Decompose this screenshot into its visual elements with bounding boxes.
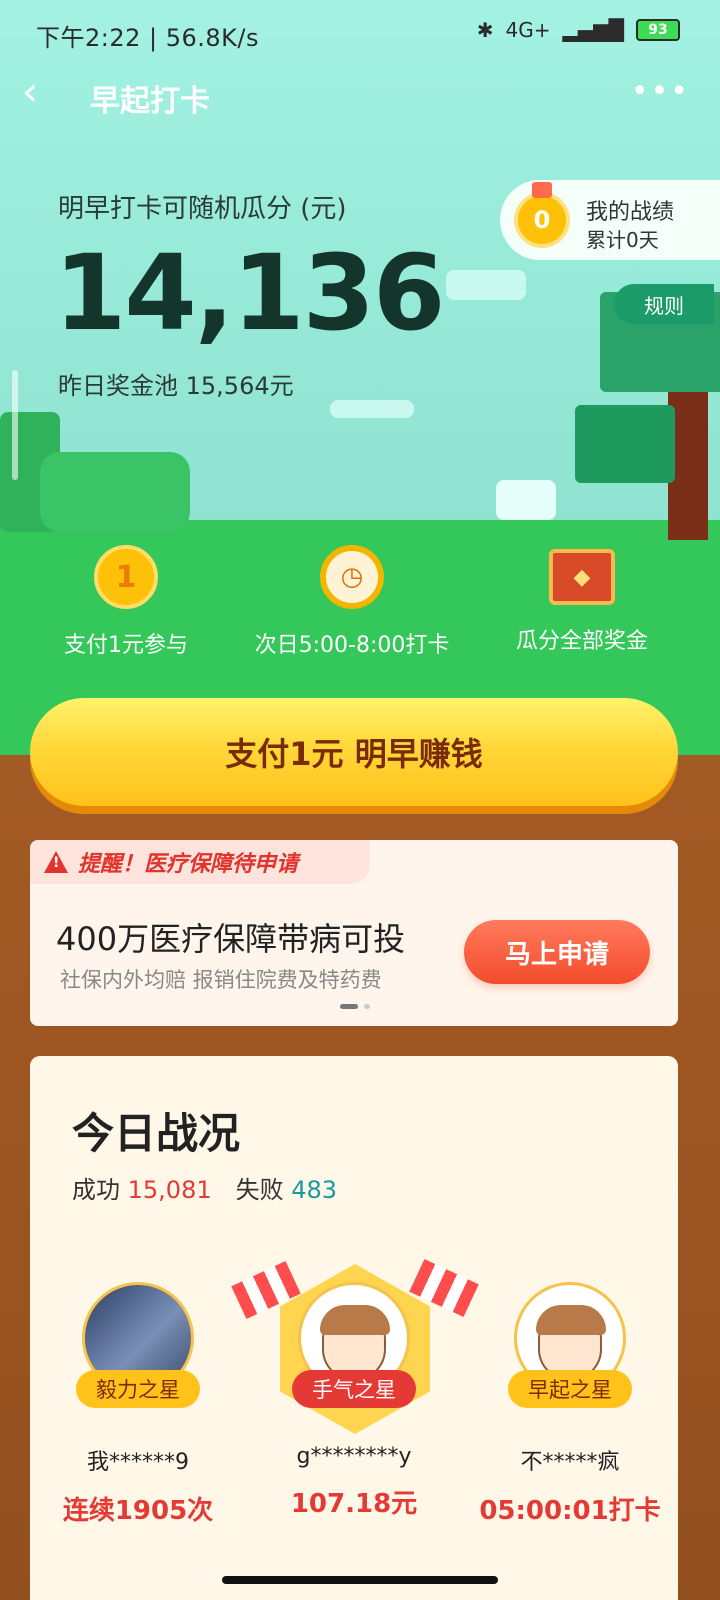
bluetooth-icon: ✱ xyxy=(476,18,494,42)
fail-label: 失败 xyxy=(235,1176,284,1204)
record-days: 累计0天 xyxy=(586,228,659,252)
my-record-card[interactable]: 0 我的战绩 累计0天 xyxy=(500,180,720,260)
page-title: 早起打卡 xyxy=(90,84,210,119)
star-value: 05:00:01打卡 xyxy=(479,1496,661,1526)
star-early-riser[interactable]: 早起之星 不*****疯 05:00:01打卡 xyxy=(470,1282,670,1527)
star-luck[interactable]: 手气之星 g********y 107.18元 xyxy=(254,1282,454,1520)
alarm-clock-icon: ◷ xyxy=(320,545,384,609)
tree-decoration xyxy=(575,405,675,483)
step-checkin: ◷ 次日5:00-8:00打卡 xyxy=(242,545,462,659)
status-bar: 下午2:22 | 56.8K/s ✱ 4G+ ▂▄▆█ 93 xyxy=(0,0,720,62)
fail-stat: 失败 483 xyxy=(236,1170,337,1205)
step-label: 瓜分全部奖金 xyxy=(515,629,648,654)
star-badge: 早起之星 xyxy=(508,1370,632,1408)
star-user-name: 不*****疯 xyxy=(520,1450,620,1475)
steps-row: 1 支付1元参与 ◷ 次日5:00-8:00打卡 ◆ 瓜分全部奖金 xyxy=(0,545,720,665)
success-value: 15,081 xyxy=(127,1176,212,1204)
pool-amount: 14,136 xyxy=(54,232,445,354)
bush-decoration xyxy=(40,452,190,532)
medal-icon: 0 xyxy=(514,182,570,248)
rules-button[interactable]: 规则 xyxy=(614,284,714,324)
coin-icon: 1 xyxy=(94,545,158,609)
battery-icon: 93 xyxy=(636,19,680,41)
step-share: ◆ 瓜分全部奖金 xyxy=(472,545,692,655)
network-label: 4G+ xyxy=(505,18,551,42)
cloud-decoration xyxy=(496,480,556,520)
warning-icon xyxy=(44,851,68,873)
today-title: 今日战况 xyxy=(72,1109,241,1158)
signal-icon: ▂▄▆█ xyxy=(562,18,624,42)
star-user-name: 我******9 xyxy=(87,1450,189,1475)
notice-title: 400万医疗保障带病可投 xyxy=(56,920,406,958)
carousel-dot-active xyxy=(340,1004,358,1009)
star-badge: 毅力之星 xyxy=(76,1370,200,1408)
nav-bar: ‹ 早起打卡 ••• xyxy=(0,62,720,126)
pool-label: 明早打卡可随机瓜分 (元) xyxy=(58,194,347,224)
back-icon[interactable]: ‹ xyxy=(22,72,38,112)
step-label: 支付1元参与 xyxy=(64,633,188,658)
notice-subtitle: 社保内外均赔 报销住院费及特药费 xyxy=(60,968,382,992)
yesterday-pool: 昨日奖金池 15,564元 xyxy=(58,372,294,400)
success-label: 成功 xyxy=(72,1176,120,1204)
treasure-chest-icon: ◆ xyxy=(549,549,615,605)
step-label: 次日5:00-8:00打卡 xyxy=(254,633,450,658)
apply-now-button[interactable]: 马上申请 xyxy=(464,920,650,984)
status-time-speed: 下午2:22 | 56.8K/s xyxy=(36,24,260,52)
star-perseverance[interactable]: 毅力之星 我******9 连续1905次 xyxy=(38,1282,238,1527)
status-icons: ✱ 4G+ ▂▄▆█ 93 xyxy=(477,18,680,42)
more-icon[interactable]: ••• xyxy=(631,74,690,109)
star-value: 连续1905次 xyxy=(62,1496,214,1526)
notice-tag: 提醒！医疗保障待申请 xyxy=(30,840,370,884)
scroll-indicator xyxy=(12,370,18,480)
cloud-decoration xyxy=(446,270,526,300)
notice-tag-label: 提醒！医疗保障待申请 xyxy=(78,852,299,877)
fail-value: 483 xyxy=(291,1176,338,1204)
success-stat: 成功 15,081 xyxy=(72,1170,212,1205)
insurance-notice-card[interactable]: 提醒！医疗保障待申请 400万医疗保障带病可投 社保内外均赔 报销住院费及特药费… xyxy=(30,840,678,1026)
carousel-dot xyxy=(364,1004,370,1009)
cloud-decoration xyxy=(330,400,414,418)
today-stats: 成功 15,081 失败 483 xyxy=(72,1170,337,1205)
star-user-name: g********y xyxy=(296,1444,412,1469)
record-title: 我的战绩 xyxy=(586,200,675,225)
carousel-dots xyxy=(340,1004,370,1009)
step-pay: 1 支付1元参与 xyxy=(16,545,236,659)
home-indicator[interactable] xyxy=(222,1576,498,1584)
star-badge: 手气之星 xyxy=(292,1370,416,1408)
star-value: 107.18元 xyxy=(290,1489,418,1519)
pay-cta-button[interactable]: 支付1元 明早赚钱 xyxy=(30,698,678,806)
